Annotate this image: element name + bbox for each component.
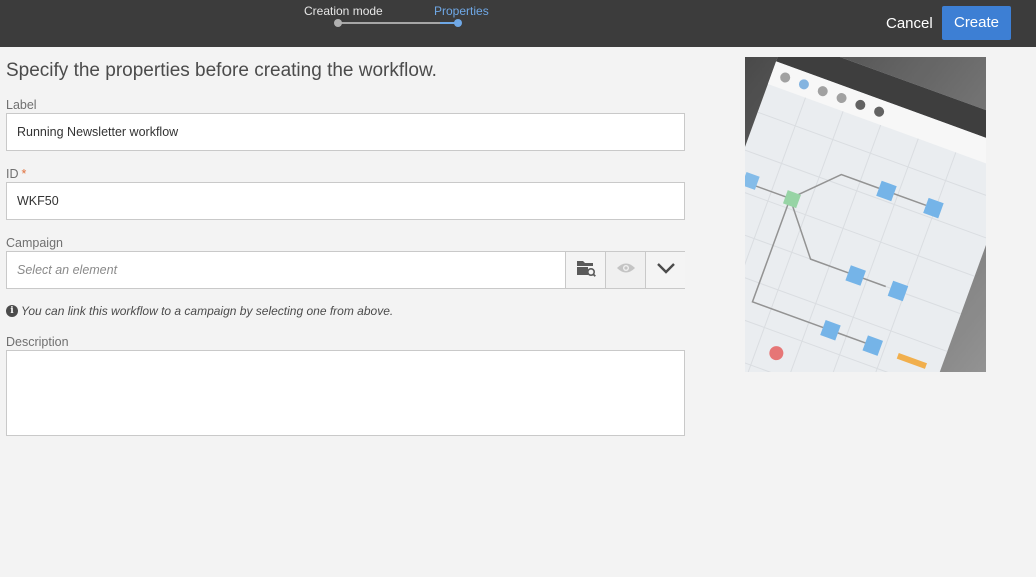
cancel-button[interactable]: Cancel [878, 8, 941, 40]
campaign-picker: Select an element [6, 251, 685, 289]
preview-button[interactable] [605, 252, 645, 288]
id-input[interactable]: WKF50 [6, 182, 685, 220]
campaign-input[interactable]: Select an element [7, 252, 565, 288]
campaign-info: i You can link this workflow to a campai… [6, 304, 393, 318]
campaign-field-label: Campaign [6, 236, 63, 250]
top-bar: Creation mode Properties Cancel Create [0, 0, 1036, 47]
chevron-down-icon [656, 261, 675, 279]
step-creation-mode[interactable]: Creation mode [304, 4, 383, 18]
label-field-label: Label [6, 98, 37, 112]
id-field-label: ID * [6, 167, 26, 181]
page-heading: Specify the properties before creating t… [6, 60, 437, 81]
description-field-label: Description [6, 335, 69, 349]
dropdown-button[interactable] [645, 252, 685, 288]
create-button[interactable]: Create [942, 6, 1011, 40]
required-marker: * [21, 167, 27, 181]
label-input[interactable]: Running Newsletter workflow [6, 113, 685, 151]
folder-search-icon [576, 259, 596, 282]
eye-icon [616, 261, 636, 279]
id-label-text: ID [6, 167, 19, 181]
step-properties[interactable]: Properties [434, 4, 489, 18]
step-dot-creation-mode[interactable] [334, 19, 342, 27]
step-dot-properties[interactable] [454, 19, 462, 27]
info-icon: i [6, 305, 18, 317]
workflow-preview-image [745, 57, 986, 372]
campaign-info-text: You can link this workflow to a campaign… [21, 304, 394, 318]
description-textarea[interactable] [6, 350, 685, 436]
folder-search-button[interactable] [565, 252, 605, 288]
